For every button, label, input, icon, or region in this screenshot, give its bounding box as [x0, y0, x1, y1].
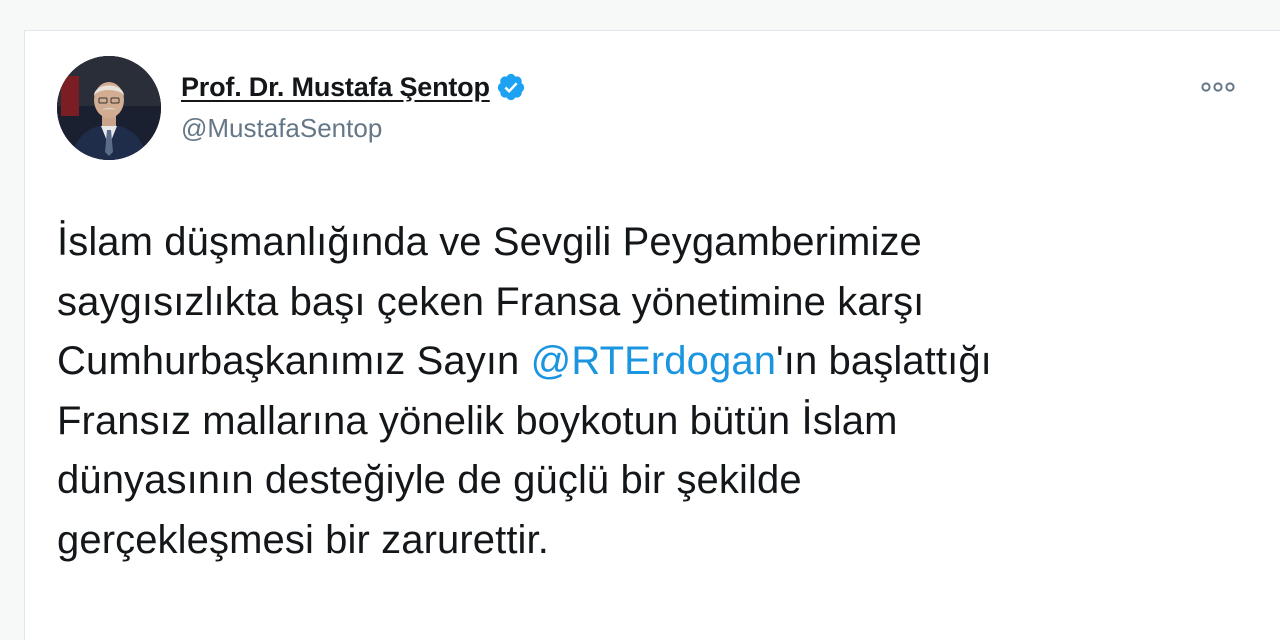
- avatar-image: [57, 56, 161, 160]
- author-name-row: Prof. Dr. Mustafa Şentop: [181, 69, 526, 105]
- tweet-card: Prof. Dr. Mustafa Şentop @MustafaSentop …: [24, 30, 1280, 640]
- tweet-line: Cumhurbaşkanımız Sayın @RTErdogan'ın baş…: [57, 332, 1237, 392]
- more-options-button[interactable]: [1198, 75, 1238, 99]
- tweet-line: İslam düşmanlığında ve Sevgili Peygamber…: [57, 220, 922, 264]
- more-dots-icon: [1201, 82, 1235, 92]
- tweet-line: Fransız mallarına yönelik boykotun bütün…: [57, 398, 898, 443]
- tweet-text-segment: 'ın başlattığı: [776, 339, 992, 383]
- tweet-text-segment: Cumhurbaşkanımız Sayın: [57, 339, 531, 383]
- author-name[interactable]: Prof. Dr. Mustafa Şentop: [181, 72, 490, 103]
- avatar[interactable]: [57, 56, 161, 160]
- verified-badge-icon: [496, 72, 526, 102]
- tweet-text: İslam düşmanlığında ve Sevgili Peygamber…: [57, 213, 1237, 570]
- tweet-line: gerçekleşmesi bir zarurettir.: [57, 517, 549, 562]
- tweet-line: dünyasının desteğiyle de güçlü bir şekil…: [57, 458, 802, 502]
- author-handle[interactable]: @MustafaSentop: [181, 113, 526, 144]
- mention-link[interactable]: @RTErdogan: [531, 339, 776, 383]
- author-block: Prof. Dr. Mustafa Şentop @MustafaSentop: [181, 69, 526, 144]
- tweet-line: saygısızlıkta başı çeken Fransa yönetimi…: [57, 279, 925, 324]
